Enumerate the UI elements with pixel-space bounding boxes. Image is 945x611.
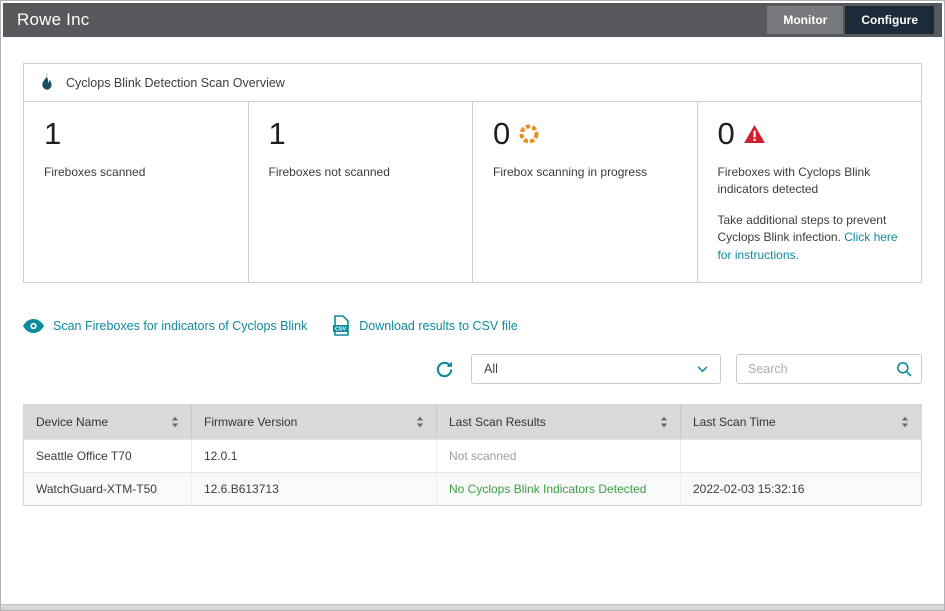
svg-text:CSV: CSV xyxy=(335,326,346,332)
cell-firmware-version: 12.6.B613713 xyxy=(192,473,437,505)
stat-indicators-detected: 0 Fireboxes with Cyclops Blink indicator… xyxy=(697,102,922,282)
search-icon[interactable] xyxy=(896,361,912,377)
filter-row: All xyxy=(23,354,922,384)
topbar-buttons: Monitor Configure xyxy=(767,6,934,34)
table-row[interactable]: Seattle Office T70 12.0.1 Not scanned xyxy=(24,439,921,472)
stat-fireboxes-scanned: 1 Fireboxes scanned xyxy=(24,102,248,282)
column-header-device-name[interactable]: Device Name xyxy=(24,405,192,439)
scan-overview-card: Cyclops Blink Detection Scan Overview 1 … xyxy=(23,63,922,283)
stat-note: Take additional steps to prevent Cyclops… xyxy=(718,212,904,264)
configure-button[interactable]: Configure xyxy=(845,6,934,34)
scan-fireboxes-link[interactable]: Scan Fireboxes for indicators of Cyclops… xyxy=(23,319,307,333)
stat-scanning-in-progress: 0 Firebox scanning in progress xyxy=(472,102,697,282)
cell-firmware-version: 12.0.1 xyxy=(192,440,437,472)
fireboxes-table: Device Name Firmware Version Last Scan R… xyxy=(23,404,922,506)
cell-last-scan-time xyxy=(681,440,921,472)
flame-icon xyxy=(39,73,55,92)
filter-dropdown[interactable]: All xyxy=(471,354,721,384)
account-name: Rowe Inc xyxy=(17,10,89,30)
actions-row: Scan Fireboxes for indicators of Cyclops… xyxy=(23,315,922,336)
app-window: Rowe Inc Monitor Configure Cyclops Blink… xyxy=(0,0,945,611)
clock-icon xyxy=(519,124,539,144)
main-content: Cyclops Blink Detection Scan Overview 1 … xyxy=(1,37,944,506)
top-bar: Rowe Inc Monitor Configure xyxy=(3,3,942,37)
table-header: Device Name Firmware Version Last Scan R… xyxy=(24,405,921,439)
chevron-down-icon xyxy=(697,366,708,373)
cell-last-scan-results: Not scanned xyxy=(437,440,681,472)
stat-label: Firebox scanning in progress xyxy=(493,164,679,181)
sort-icon xyxy=(416,416,424,428)
search-box xyxy=(736,354,922,384)
eye-icon xyxy=(23,319,44,333)
stat-value: 0 xyxy=(718,117,735,151)
filter-dropdown-value: All xyxy=(484,362,498,376)
cell-device-name: Seattle Office T70 xyxy=(24,440,192,472)
sort-icon xyxy=(171,416,179,428)
stat-value: 1 xyxy=(44,117,61,151)
stat-label: Fireboxes not scanned xyxy=(269,164,455,181)
cell-last-scan-time: 2022-02-03 15:32:16 xyxy=(681,473,921,505)
card-title: Cyclops Blink Detection Scan Overview xyxy=(66,76,285,90)
sort-icon xyxy=(901,416,909,428)
refresh-icon xyxy=(435,360,454,379)
window-bottom-edge xyxy=(1,604,944,610)
column-header-firmware-version[interactable]: Firmware Version xyxy=(192,405,437,439)
download-csv-link[interactable]: CSV Download results to CSV file xyxy=(333,315,517,336)
stat-label: Fireboxes scanned xyxy=(44,164,230,181)
table-row[interactable]: WatchGuard-XTM-T50 12.6.B613713 No Cyclo… xyxy=(24,472,921,505)
stat-value: 1 xyxy=(269,117,286,151)
column-header-last-scan-results[interactable]: Last Scan Results xyxy=(437,405,681,439)
monitor-button[interactable]: Monitor xyxy=(767,6,843,34)
download-csv-label: Download results to CSV file xyxy=(359,319,517,333)
cell-last-scan-results: No Cyclops Blink Indicators Detected xyxy=(437,473,681,505)
sort-icon xyxy=(660,416,668,428)
scan-fireboxes-label: Scan Fireboxes for indicators of Cyclops… xyxy=(53,319,307,333)
cell-device-name: WatchGuard-XTM-T50 xyxy=(24,473,192,505)
refresh-button[interactable] xyxy=(433,358,456,381)
card-header: Cyclops Blink Detection Scan Overview xyxy=(24,64,921,102)
warning-triangle-icon xyxy=(744,125,765,143)
csv-file-icon: CSV xyxy=(333,315,350,336)
stat-value: 0 xyxy=(493,117,510,151)
stat-label: Fireboxes with Cyclops Blink indicators … xyxy=(718,164,904,199)
column-header-last-scan-time[interactable]: Last Scan Time xyxy=(681,405,921,439)
stats-row: 1 Fireboxes scanned 1 Fireboxes not scan… xyxy=(24,102,921,282)
search-input[interactable] xyxy=(746,361,896,377)
stat-fireboxes-not-scanned: 1 Fireboxes not scanned xyxy=(248,102,473,282)
